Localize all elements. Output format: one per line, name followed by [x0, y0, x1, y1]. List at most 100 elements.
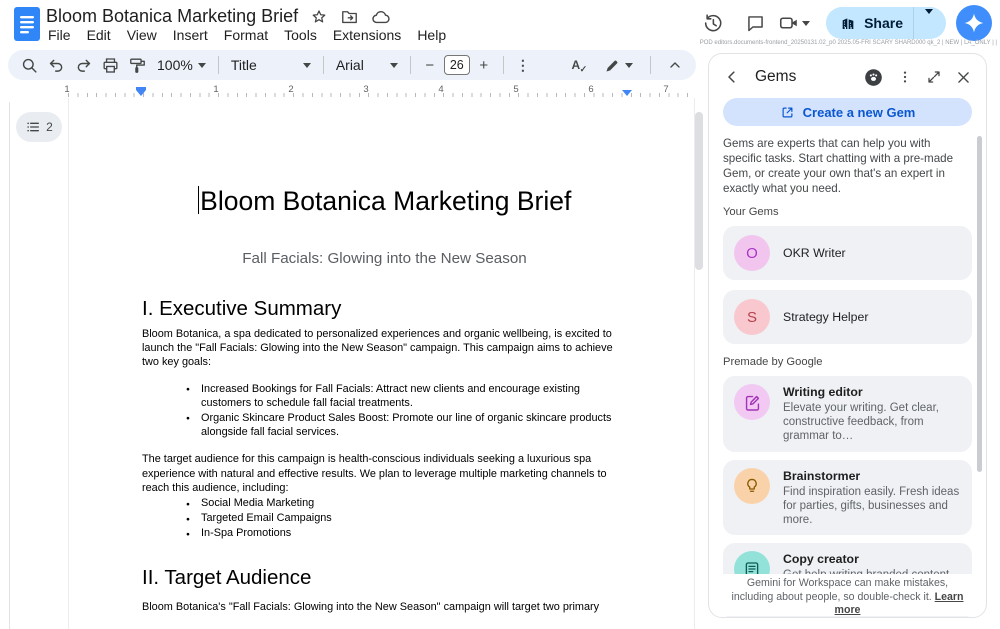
- divider: [323, 56, 324, 74]
- close-icon[interactable]: [955, 69, 972, 86]
- font-size-input[interactable]: 26: [444, 55, 470, 75]
- chevron-down-icon: [625, 63, 633, 68]
- gem-name: Copy creator: [783, 552, 961, 566]
- panel-title: Gems: [755, 68, 796, 86]
- share-dropdown[interactable]: [916, 14, 942, 32]
- style-value: Title: [231, 57, 257, 73]
- doc-paragraph[interactable]: Bloom Botanica's "Fall Facials: Glowing …: [142, 600, 627, 614]
- zoom-value: 100%: [157, 57, 193, 73]
- share-label: Share: [864, 15, 903, 31]
- menu-view[interactable]: View: [119, 26, 165, 44]
- move-folder-icon[interactable]: [340, 7, 359, 26]
- cloud-saved-icon[interactable]: [371, 7, 391, 27]
- doc-subtitle-text[interactable]: Fall Facials: Glowing into the New Seaso…: [142, 250, 627, 267]
- paint-format-button[interactable]: [124, 52, 150, 78]
- undo-icon: [47, 56, 66, 75]
- increase-font-size-button[interactable]: +: [471, 52, 497, 78]
- gemini-sparkle-icon: [963, 12, 985, 34]
- ruler-number: 5: [513, 84, 518, 95]
- doc-heading-1[interactable]: I. Executive Summary: [142, 297, 627, 321]
- redo-icon: [74, 56, 93, 75]
- menu-help[interactable]: Help: [409, 26, 454, 44]
- open-in-full-icon[interactable]: [926, 69, 942, 85]
- gems-description: Gems are experts that can help you with …: [723, 136, 972, 196]
- ruler-number: 1: [213, 84, 218, 95]
- avatar: S: [734, 299, 770, 335]
- menu-tools[interactable]: Tools: [276, 26, 325, 44]
- share-button[interactable]: Share: [826, 7, 946, 39]
- gem-card-strategy-helper[interactable]: S Strategy Helper: [723, 290, 972, 344]
- comments-button[interactable]: [736, 4, 774, 42]
- document-scrollbar[interactable]: [695, 112, 703, 270]
- star-icon[interactable]: [310, 8, 328, 26]
- list-item[interactable]: In-Spa Promotions: [201, 526, 627, 541]
- list-item[interactable]: Targeted Email Campaigns: [201, 511, 627, 526]
- your-gems-label: Your Gems: [723, 206, 972, 218]
- document-title[interactable]: Bloom Botanica Marketing Brief: [46, 6, 298, 27]
- left-indent-marker[interactable]: [136, 87, 146, 96]
- chevron-down-icon: [198, 63, 206, 68]
- hide-menus-button[interactable]: [662, 52, 688, 78]
- gem-desc: Elevate your writing. Get clear, constru…: [783, 401, 961, 444]
- ruler-number: 1: [64, 84, 69, 95]
- list-item[interactable]: Social Media Marketing: [201, 496, 627, 511]
- ruler-number: 7: [663, 84, 668, 95]
- doc-paragraph[interactable]: The target audience for this campaign is…: [142, 452, 627, 495]
- vertical-ruler: [9, 102, 10, 629]
- paw-icon[interactable]: [863, 67, 884, 88]
- create-gem-button[interactable]: Create a new Gem: [723, 98, 972, 126]
- document-page[interactable]: Bloom Botanica Marketing Brief Fall Faci…: [68, 98, 695, 629]
- panel-scrollbar[interactable]: [977, 136, 982, 472]
- doc-paragraph[interactable]: Bloom Botanica, a spa dedicated to perso…: [142, 327, 627, 370]
- divider: [503, 56, 504, 74]
- undo-button[interactable]: [43, 52, 69, 78]
- spellcheck-icon: A✓: [571, 58, 580, 72]
- menu-insert[interactable]: Insert: [165, 26, 216, 44]
- docs-logo[interactable]: [14, 7, 40, 41]
- menu-extensions[interactable]: Extensions: [325, 26, 409, 44]
- spelling-suggestions-button[interactable]: A✓: [563, 52, 589, 78]
- gem-card-okr-writer[interactable]: O OKR Writer: [723, 226, 972, 280]
- list-item[interactable]: Increased Bookings for Fall Facials: Att…: [201, 382, 627, 410]
- pen-tools-select[interactable]: [598, 57, 639, 74]
- gem-card-writing-editor[interactable]: Writing editor Elevate your writing. Get…: [723, 376, 972, 452]
- outline-icon: [25, 119, 41, 135]
- menubar: File Edit View Insert Format Tools Exten…: [40, 26, 454, 44]
- gem-card-brainstormer[interactable]: Brainstormer Find inspiration easily. Fr…: [723, 460, 972, 536]
- ruler-ticks: [68, 93, 696, 97]
- doc-title-text[interactable]: Bloom Botanica Marketing Brief: [142, 184, 627, 218]
- decrease-font-size-button[interactable]: −: [417, 52, 443, 78]
- gem-name: OKR Writer: [783, 246, 846, 260]
- gem-desc: Find inspiration easily. Fresh ideas for…: [783, 485, 961, 528]
- font-family-select[interactable]: Arial: [330, 57, 404, 73]
- join-call-button[interactable]: [778, 12, 816, 34]
- gems-side-panel: Gems Create a new Gem Gems are experts t…: [708, 53, 987, 618]
- menu-format[interactable]: Format: [216, 26, 276, 44]
- doc-heading-2[interactable]: II. Target Audience: [142, 566, 627, 590]
- print-button[interactable]: [97, 52, 123, 78]
- doc-bullet-list: Increased Bookings for Fall Facials: Att…: [142, 382, 627, 440]
- pen-icon: [604, 57, 621, 74]
- version-history-button[interactable]: [694, 4, 732, 42]
- gem-name: Writing editor: [783, 385, 961, 399]
- right-indent-marker[interactable]: [622, 90, 632, 96]
- back-icon[interactable]: [723, 68, 741, 86]
- search-menus-button[interactable]: [16, 52, 42, 78]
- menu-file[interactable]: File: [40, 26, 79, 44]
- paint-roller-icon: [128, 56, 147, 75]
- document-outline-button[interactable]: 2: [16, 112, 62, 142]
- open-in-new-icon: [780, 105, 795, 120]
- doc-bullet-list: Social Media Marketing Targeted Email Ca…: [142, 496, 627, 542]
- chevron-down-icon: [303, 63, 311, 68]
- list-item[interactable]: Organic Skincare Product Sales Boost: Pr…: [201, 411, 627, 439]
- build-debug-text: POD editors.documents-frontend_20250131.…: [700, 40, 997, 46]
- redo-button[interactable]: [70, 52, 96, 78]
- gemini-button[interactable]: [956, 5, 992, 41]
- more-vert-icon[interactable]: [897, 69, 913, 85]
- more-options-button[interactable]: ⋮: [510, 52, 536, 78]
- menu-edit[interactable]: Edit: [79, 26, 119, 44]
- paragraph-style-select[interactable]: Title: [225, 57, 317, 73]
- tabs-badge: 2: [46, 120, 53, 134]
- zoom-select[interactable]: 100%: [151, 57, 212, 73]
- gem-name: Brainstormer: [783, 469, 961, 483]
